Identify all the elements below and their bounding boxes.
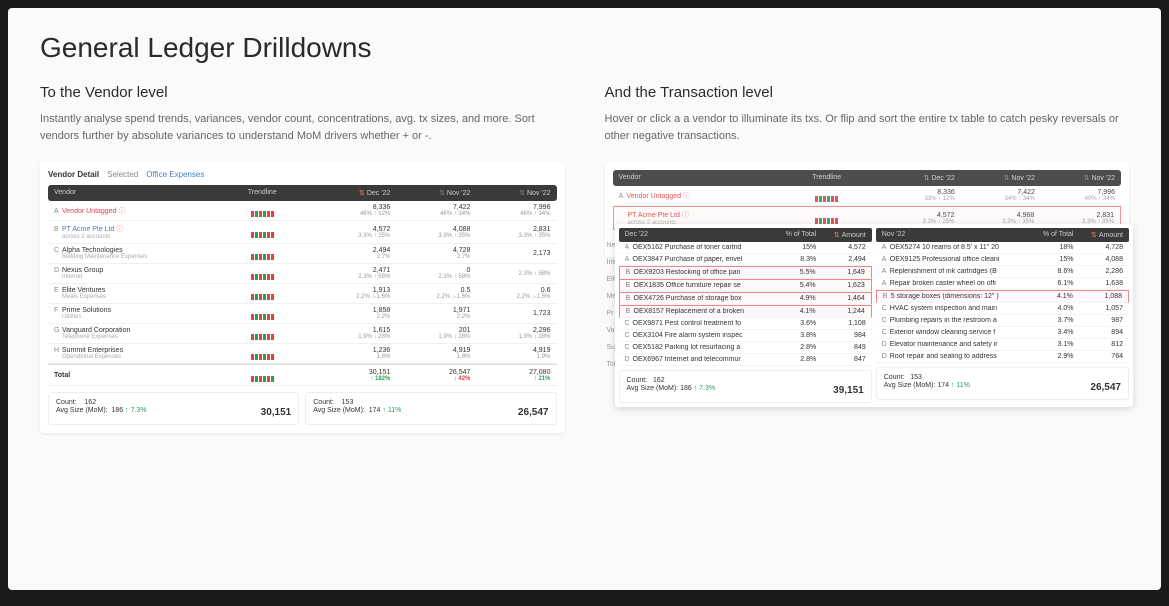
total-label: Total: [54, 372, 214, 379]
th-vendor[interactable]: Vendor: [54, 189, 214, 197]
tx-row[interactable]: AOEX5162 Purchase of toner cartrid15%4,5…: [619, 242, 872, 254]
th-dec2[interactable]: ⇅Dec '22: [875, 174, 955, 182]
tx-row[interactable]: BOEX8157 Replacement of a broken4.1%1,24…: [619, 305, 872, 318]
tx-row[interactable]: BOEX1835 Office furniture repair se5.4%1…: [619, 279, 872, 292]
th-nov2a[interactable]: ⇅ Nov '22: [955, 174, 1035, 182]
category-chip[interactable]: Office Expenses: [146, 170, 204, 179]
right-column: And the Transaction level Hover or click…: [605, 84, 1130, 433]
tx-row[interactable]: AReplenishment of ink cartridges (B8.6%2…: [876, 266, 1129, 278]
overlay-right: Nov '22 % of Total ⇅Amount AOEX5274 10 r…: [876, 228, 1129, 403]
total-trend: [214, 370, 310, 382]
tx-row[interactable]: BOEX9203 Restocking of office pan5.5%1,6…: [619, 266, 872, 279]
tx-row[interactable]: B5 storage boxes (dimensions: 12" )4.1%1…: [876, 290, 1129, 303]
right-description: Hover or click a a vendor to illuminate …: [605, 111, 1130, 144]
tx-row[interactable]: BOEX4726 Purchase of storage box4.9%1,46…: [619, 292, 872, 305]
vendor-row[interactable]: DNexus GroupInternet2,4712.3% ↑ 58%02.3%…: [48, 264, 557, 284]
columns: To the Vendor level Instantly analyse sp…: [40, 84, 1129, 433]
th-trend2[interactable]: Trendline: [779, 174, 875, 182]
tx-row[interactable]: DOEX6967 Internet and telecommur2.8%847: [619, 354, 872, 366]
vendor-row[interactable]: HSummit EnterprisesOperational Expenses1…: [48, 344, 557, 364]
tx-row[interactable]: DElevator maintenance and safety ir3.1%8…: [876, 339, 1129, 351]
th-pct[interactable]: % of Total: [779, 231, 816, 239]
vendor-row[interactable]: GVanguard CorporationTelephone Expenses1…: [48, 324, 557, 344]
tx-row[interactable]: CExterior window cleaning service f3.4%8…: [876, 327, 1129, 339]
sort-icon: ⇅: [923, 175, 929, 182]
sort-icon: ⇅: [359, 190, 365, 197]
left-subtitle: To the Vendor level: [40, 84, 565, 101]
tx-row[interactable]: AOEX9125 Professional office cleani15%4,…: [876, 254, 1129, 266]
vendor-detail-panel: Vendor Detail Selected Office Expenses V…: [40, 162, 565, 433]
stat-card-right: Count: 153 Avg Size (MoM): 174 ↑ 11%26,5…: [305, 392, 556, 425]
vendor-row[interactable]: EElite VenturesMeals Expenses1,9132.2% ↓…: [48, 284, 557, 304]
page: General Ledger Drilldowns To the Vendor …: [8, 8, 1161, 590]
vendor-row[interactable]: BPT Acme Pte Ltd ⓘacross 2 accounts4,572…: [48, 221, 557, 244]
total-nov: 26,547↓ 42%: [390, 369, 470, 382]
tx-row[interactable]: COEX3104 Fire alarm system inspec3.8%984: [619, 330, 872, 342]
th-nov2b[interactable]: ⇅ Nov '22: [1035, 174, 1115, 182]
th-vendor2[interactable]: Vendor: [619, 174, 779, 182]
tx-row[interactable]: AOEX5274 10 reams of 8.5' x 11" 2018%4,7…: [876, 242, 1129, 254]
overlay-left: Dec '22 % of Total ⇅Amount AOEX5162 Purc…: [619, 228, 872, 403]
th-nov22[interactable]: ⇅ Nov '22: [390, 189, 470, 197]
tx-row[interactable]: COEX5182 Parking lot resurfacing a2.8%84…: [619, 342, 872, 354]
th-dec22[interactable]: ⇅Dec '22: [310, 189, 390, 197]
sort-icon: ⇅: [834, 232, 840, 239]
tx-stat-left: Count: 162 Avg Size (MoM): 186 ↑ 7.3%39,…: [619, 370, 872, 403]
tx-row[interactable]: COEX9871 Pest control treatment fo3.6%1,…: [619, 318, 872, 330]
total-dec: 30,151↑ 182%: [310, 369, 390, 382]
selected-chip: Selected: [107, 170, 138, 179]
sort-icon: ⇅: [1091, 232, 1097, 239]
total-nov2: 27,080↑ 21%: [470, 369, 550, 382]
tx-left-rows: AOEX5162 Purchase of toner cartrid15%4,5…: [619, 242, 872, 366]
vendor-row[interactable]: AVendor Untagged ⓘ8,33633% ↑ 12%7,42234%…: [613, 186, 1122, 206]
vendor-row[interactable]: CAlpha TechnologiesBuilding Maintenance …: [48, 244, 557, 264]
tx-vendor-head: Vendor Trendline ⇅Dec '22 ⇅ Nov '22 ⇅ No…: [613, 170, 1122, 186]
tx-stat-right: Count: 153 Avg Size (MoM): 174 ↑ 11%26,5…: [876, 367, 1129, 400]
page-title: General Ledger Drilldowns: [40, 32, 1129, 64]
th-nov22b[interactable]: ⇅ Nov '22: [470, 189, 550, 197]
tx-head-right: Nov '22 % of Total ⇅Amount: [876, 228, 1129, 242]
right-subtitle: And the Transaction level: [605, 84, 1130, 101]
th-nov22-tx[interactable]: Nov '22: [882, 231, 1037, 239]
vendor-table-head: Vendor Trendline ⇅Dec '22 ⇅ Nov '22 ⇅ No…: [48, 185, 557, 201]
th-trendline[interactable]: Trendline: [214, 189, 310, 197]
tx-row[interactable]: CPlumbing repairs in the restroom a3.7%9…: [876, 315, 1129, 327]
th-amount2[interactable]: ⇅Amount: [1074, 231, 1123, 239]
vendor-row[interactable]: FPrime SolutionsUtilities1,8582.2%1,9712…: [48, 304, 557, 324]
tx-head-left: Dec '22 % of Total ⇅Amount: [619, 228, 872, 242]
panel-header: Vendor Detail Selected Office Expenses: [48, 170, 557, 179]
total-row: Total 30,151↑ 182% 26,547↓ 42% 27,080↑ 2…: [48, 364, 557, 386]
tx-row[interactable]: AOEX3847 Purchase of paper, envel8.3%2,4…: [619, 254, 872, 266]
th-pct2[interactable]: % of Total: [1036, 231, 1073, 239]
th-dec22-tx[interactable]: Dec '22: [625, 231, 780, 239]
stat-card-left: Count: 162 Avg Size (MoM): 186 ↑ 7.3%30,…: [48, 392, 299, 425]
stats-row: Count: 162 Avg Size (MoM): 186 ↑ 7.3%30,…: [48, 392, 557, 425]
tx-row[interactable]: CHVAC system inspection and main4.0%1,05…: [876, 303, 1129, 315]
panel-title: Vendor Detail: [48, 170, 99, 179]
tx-row[interactable]: ARepair broken caster wheel on offi6.1%1…: [876, 278, 1129, 290]
left-column: To the Vendor level Instantly analyse sp…: [40, 84, 565, 433]
transaction-panel: Vendor Trendline ⇅Dec '22 ⇅ Nov '22 ⇅ No…: [605, 162, 1130, 257]
vendor-row[interactable]: AVendor Untagged ⓘ8,33646% ↑ 12%7,42246%…: [48, 201, 557, 221]
vendor-rows: AVendor Untagged ⓘ8,33646% ↑ 12%7,42246%…: [48, 201, 557, 364]
tx-right-rows: AOEX5274 10 reams of 8.5' x 11" 2018%4,7…: [876, 242, 1129, 363]
tx-row[interactable]: DRoof repair and sealing to address2.9%7…: [876, 351, 1129, 363]
transaction-overlay: Dec '22 % of Total ⇅Amount AOEX5162 Purc…: [615, 224, 1134, 407]
th-amount[interactable]: ⇅Amount: [816, 231, 865, 239]
left-description: Instantly analyse spend trends, variance…: [40, 111, 565, 144]
